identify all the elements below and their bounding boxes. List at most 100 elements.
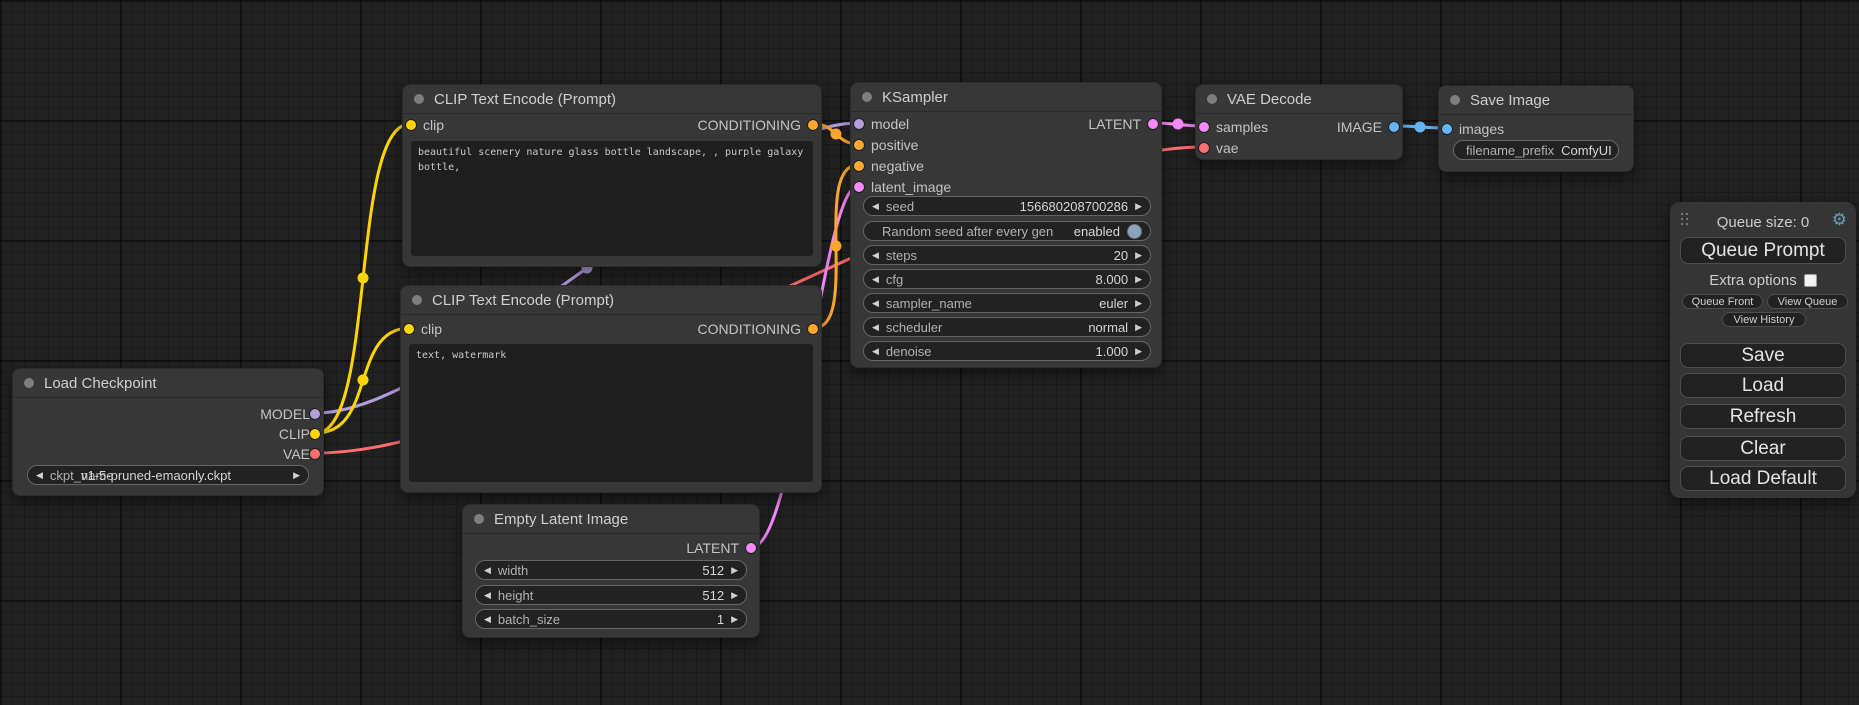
queue-front-button[interactable]: Queue Front: [1682, 294, 1763, 309]
settings-gear-icon[interactable]: ⚙: [1832, 210, 1847, 230]
input-port-negative[interactable]: [854, 161, 864, 171]
input-port-images[interactable]: [1442, 124, 1452, 134]
collapse-dot-icon[interactable]: [1207, 94, 1217, 104]
widget-label: width: [498, 563, 528, 578]
refresh-button[interactable]: Refresh: [1680, 404, 1846, 429]
input-port-clip[interactable]: [404, 324, 414, 334]
link-dot: [831, 241, 842, 252]
extra-options-label: Extra options: [1709, 272, 1797, 289]
clear-button[interactable]: Clear: [1680, 436, 1846, 461]
input-port-latent-image[interactable]: [854, 182, 864, 192]
decrement-arrow-icon[interactable]: ◀: [872, 275, 879, 284]
output-port-latent[interactable]: [1148, 119, 1158, 129]
sampler-name-widget[interactable]: ◀ sampler_name euler ▶: [863, 293, 1151, 313]
increment-arrow-icon[interactable]: ▶: [1135, 251, 1142, 260]
output-label-conditioning: CONDITIONING: [698, 117, 801, 133]
queue-size-label: Queue size: 0: [1670, 214, 1856, 231]
batch-size-widget[interactable]: ◀ batch_size 1 ▶: [475, 609, 747, 629]
decrement-arrow-icon[interactable]: ◀: [484, 615, 491, 624]
output-label-model: MODEL: [260, 406, 310, 422]
increment-arrow-icon[interactable]: ▶: [1135, 299, 1142, 308]
drag-handle-icon[interactable]: [1681, 213, 1688, 225]
collapse-dot-icon[interactable]: [474, 514, 484, 524]
prompt-text-area[interactable]: beautiful scenery nature glass bottle la…: [411, 141, 813, 256]
node-title-bar[interactable]: CLIP Text Encode (Prompt): [401, 286, 821, 315]
decrement-arrow-icon[interactable]: ◀: [872, 347, 879, 356]
collapse-dot-icon[interactable]: [414, 94, 424, 104]
link-dot: [831, 129, 842, 140]
node-title-bar[interactable]: KSampler: [851, 83, 1161, 112]
widget-label: cfg: [886, 272, 903, 287]
decrement-arrow-icon[interactable]: ◀: [872, 299, 879, 308]
node-vae-decode[interactable]: VAE Decode samples IMAGE vae: [1195, 84, 1403, 160]
node-title-bar[interactable]: VAE Decode: [1196, 85, 1402, 114]
increment-arrow-icon[interactable]: ▶: [1135, 275, 1142, 284]
scheduler-widget[interactable]: ◀ scheduler normal ▶: [863, 317, 1151, 337]
input-port-samples[interactable]: [1199, 122, 1209, 132]
decrement-arrow-icon[interactable]: ◀: [484, 591, 491, 600]
load-button[interactable]: Load: [1680, 373, 1846, 398]
view-queue-button[interactable]: View Queue: [1767, 294, 1848, 309]
node-title-bar[interactable]: Save Image: [1439, 86, 1633, 115]
width-widget[interactable]: ◀ width 512 ▶: [475, 560, 747, 580]
widget-value: 512: [702, 588, 724, 603]
increment-arrow-icon[interactable]: ▶: [731, 566, 738, 575]
increment-arrow-icon[interactable]: ▶: [1135, 323, 1142, 332]
ckpt-name-widget[interactable]: ◀ ckpt_name v1-5-pruned-emaonly.ckpt ▶: [27, 465, 309, 485]
steps-widget[interactable]: ◀ steps 20 ▶: [863, 245, 1151, 265]
input-port-positive[interactable]: [854, 140, 864, 150]
node-title-bar[interactable]: Load Checkpoint: [13, 369, 323, 398]
node-clip-text-encode-positive[interactable]: CLIP Text Encode (Prompt) clip CONDITION…: [402, 84, 822, 267]
collapse-dot-icon[interactable]: [412, 295, 422, 305]
output-port-latent[interactable]: [746, 543, 756, 553]
extra-options-checkbox[interactable]: [1804, 274, 1817, 287]
increment-arrow-icon[interactable]: ▶: [293, 471, 300, 480]
input-label-samples: samples: [1216, 119, 1268, 135]
increment-arrow-icon[interactable]: ▶: [1135, 202, 1142, 211]
save-button[interactable]: Save: [1680, 343, 1846, 368]
seed-widget[interactable]: ◀ seed 156680208700286 ▶: [863, 196, 1151, 216]
output-port-image[interactable]: [1389, 122, 1399, 132]
output-port-conditioning[interactable]: [808, 324, 818, 334]
node-load-checkpoint[interactable]: Load Checkpoint MODEL CLIP VAE ◀ ckpt_na…: [12, 368, 324, 496]
output-port-conditioning[interactable]: [808, 120, 818, 130]
prompt-text-area[interactable]: text, watermark: [409, 344, 813, 482]
node-title: VAE Decode: [1227, 91, 1312, 108]
decrement-arrow-icon[interactable]: ◀: [872, 251, 879, 260]
node-empty-latent-image[interactable]: Empty Latent Image LATENT ◀ width 512 ▶ …: [462, 504, 760, 638]
widget-label: steps: [886, 248, 917, 263]
collapse-dot-icon[interactable]: [24, 378, 34, 388]
node-clip-text-encode-negative[interactable]: CLIP Text Encode (Prompt) clip CONDITION…: [400, 285, 822, 493]
node-title-bar[interactable]: CLIP Text Encode (Prompt): [403, 85, 821, 114]
input-port-model[interactable]: [854, 119, 864, 129]
load-default-button[interactable]: Load Default: [1680, 466, 1846, 491]
input-port-vae[interactable]: [1199, 143, 1209, 153]
cfg-widget[interactable]: ◀ cfg 8.000 ▶: [863, 269, 1151, 289]
decrement-arrow-icon[interactable]: ◀: [872, 323, 879, 332]
denoise-widget[interactable]: ◀ denoise 1.000 ▶: [863, 341, 1151, 361]
widget-value: v1-5-pruned-emaonly.ckpt: [28, 468, 284, 483]
decrement-arrow-icon[interactable]: ◀: [872, 202, 879, 211]
view-history-button[interactable]: View History: [1722, 312, 1806, 327]
node-save-image[interactable]: Save Image images filename_prefix ComfyU…: [1438, 85, 1634, 172]
random-seed-toggle[interactable]: Random seed after every gen enabled: [863, 221, 1151, 241]
queue-prompt-button[interactable]: Queue Prompt: [1680, 237, 1846, 264]
increment-arrow-icon[interactable]: ▶: [1135, 347, 1142, 356]
height-widget[interactable]: ◀ height 512 ▶: [475, 585, 747, 605]
filename-prefix-widget[interactable]: filename_prefix ComfyUI: [1453, 140, 1619, 160]
collapse-dot-icon[interactable]: [1450, 95, 1460, 105]
output-port-clip[interactable]: [310, 429, 320, 439]
queue-panel[interactable]: Queue size: 0 ⚙ Queue Prompt Extra optio…: [1670, 202, 1856, 498]
output-port-model[interactable]: [310, 409, 320, 419]
decrement-arrow-icon[interactable]: ◀: [484, 566, 491, 575]
increment-arrow-icon[interactable]: ▶: [731, 591, 738, 600]
output-label-conditioning: CONDITIONING: [698, 321, 801, 337]
node-ksampler[interactable]: KSampler model LATENT positive negative …: [850, 82, 1162, 368]
output-port-vae[interactable]: [310, 449, 320, 459]
toggle-knob-icon[interactable]: [1127, 224, 1142, 239]
node-title-bar[interactable]: Empty Latent Image: [463, 505, 759, 534]
input-port-clip[interactable]: [406, 120, 416, 130]
node-graph-canvas[interactable]: Load Checkpoint MODEL CLIP VAE ◀ ckpt_na…: [0, 0, 1859, 705]
collapse-dot-icon[interactable]: [862, 92, 872, 102]
increment-arrow-icon[interactable]: ▶: [731, 615, 738, 624]
